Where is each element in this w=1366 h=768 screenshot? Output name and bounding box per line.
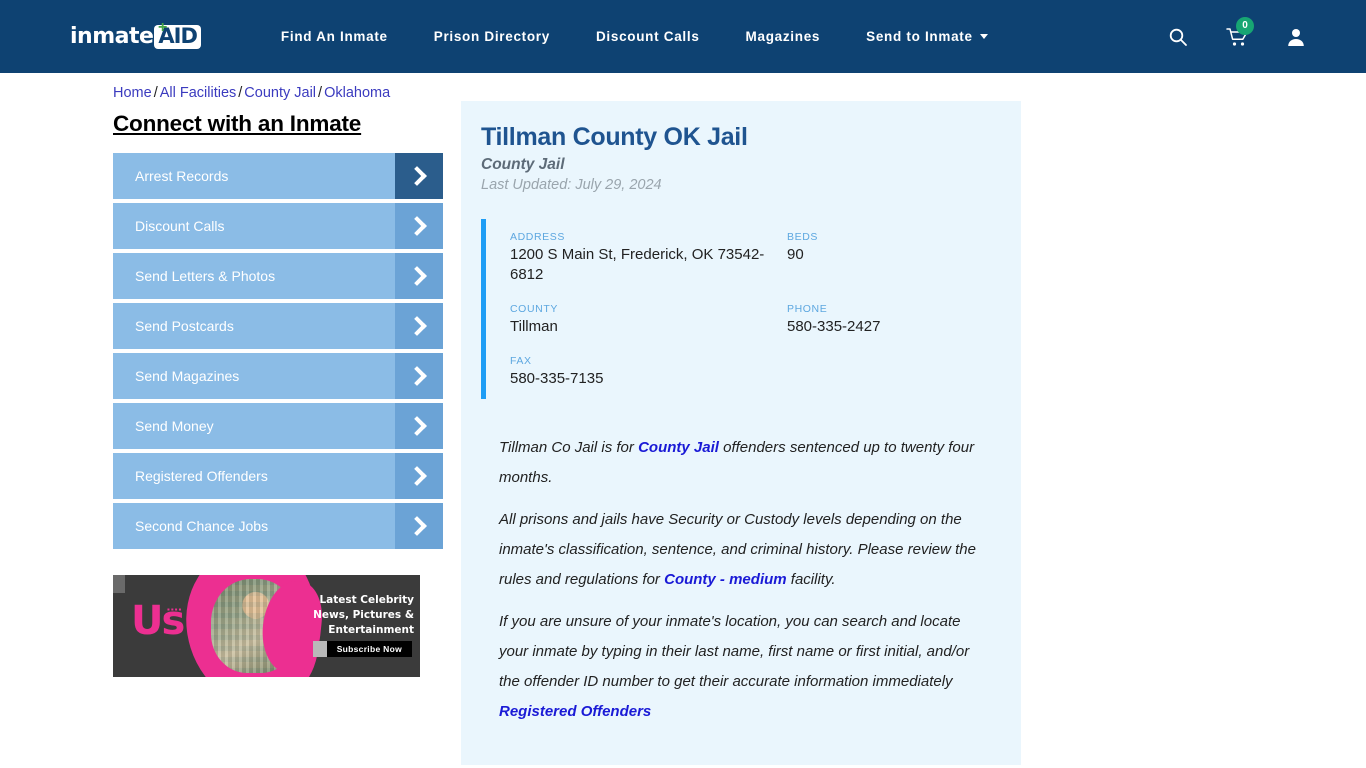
sidebar-item-registered-offenders[interactable]: Registered Offenders <box>113 453 443 499</box>
facility-type: County Jail <box>481 156 565 173</box>
nav-item-discount-calls[interactable]: Discount Calls <box>596 23 700 50</box>
chevron-right-icon <box>395 453 443 499</box>
breadcrumb-item-oklahoma[interactable]: Oklahoma <box>324 85 390 101</box>
description-paragraph: Tillman Co Jail is for County Jail offen… <box>499 433 993 493</box>
user-icon[interactable] <box>1286 27 1306 47</box>
sidebar-item-second-chance-jobs[interactable]: Second Chance Jobs <box>113 503 443 549</box>
site-logo[interactable]: inmate + AID <box>70 20 201 49</box>
detail-value: 90 <box>787 246 804 263</box>
facility-last-updated: Last Updated: July 29, 2024 <box>481 177 662 193</box>
cart-count-badge: 0 <box>1236 16 1254 35</box>
sidebar-item-send-letters-photos[interactable]: Send Letters & Photos <box>113 253 443 299</box>
inline-text: facility. <box>786 571 836 588</box>
content-row: Connect with an Inmate Arrest Records Di… <box>113 101 1366 768</box>
nav-item-send-to-inmate[interactable]: Send to Inmate <box>866 23 988 50</box>
sidebar-item-label: Send Postcards <box>135 318 234 334</box>
sidebar-item-send-money[interactable]: Send Money <box>113 403 443 449</box>
nav-item-find-an-inmate[interactable]: Find An Inmate <box>281 23 388 50</box>
sidebar-item-send-postcards[interactable]: Send Postcards <box>113 303 443 349</box>
sidebar-item-discount-calls[interactable]: Discount Calls <box>113 203 443 249</box>
page-title: Tillman County OK Jail <box>481 123 748 151</box>
advertisement-banner[interactable]: Us ▪▪▪▪ Latest Celebrity News, Pictures … <box>113 575 420 677</box>
chevron-right-icon <box>395 203 443 249</box>
chevron-right-icon <box>395 403 443 449</box>
nav-item-prison-directory[interactable]: Prison Directory <box>434 23 550 50</box>
chevron-right-icon <box>395 353 443 399</box>
detail-beds: BEDS 90 <box>787 231 993 285</box>
detail-label: BEDS <box>787 231 818 243</box>
chevron-right-icon <box>395 253 443 299</box>
inline-link[interactable]: County - medium <box>664 571 787 588</box>
description-paragraph: If you are unsure of your inmate's locat… <box>499 607 993 727</box>
inline-text: Tillman Co Jail is for <box>499 439 639 456</box>
detail-label: PHONE <box>787 303 828 315</box>
breadcrumb-item-home[interactable]: Home <box>113 85 152 101</box>
breadcrumb-separator: / <box>153 85 158 101</box>
page-body: Home / All Facilities / County Jail / Oklahoma… <box>0 73 1366 768</box>
ad-headline: Latest Celebrity News, Pictures & Entert… <box>313 594 414 636</box>
detail-value: 580-335-7135 <box>510 370 604 387</box>
inline-link[interactable]: County Jail <box>638 439 719 456</box>
inline-link[interactable]: Registered Offenders <box>499 703 651 720</box>
logo-wordmark: inmate <box>70 24 154 49</box>
logo-plus-icon: + <box>158 19 168 36</box>
header-icon-group: 0 <box>1168 16 1306 47</box>
sidebar-item-label: Send Money <box>135 418 214 434</box>
detail-fax: FAX 580-335-7135 <box>510 355 787 389</box>
ad-cta[interactable]: Subscribe Now <box>312 641 412 657</box>
sidebar-item-label: Arrest Records <box>135 168 229 184</box>
chevron-right-icon <box>395 503 443 549</box>
breadcrumb-item-county-jail[interactable]: County Jail <box>244 85 316 101</box>
main-navigation: Find An Inmate Prison Directory Discount… <box>281 23 1168 50</box>
breadcrumb: Home / All Facilities / County Jail / Oklahoma <box>113 73 1366 101</box>
chevron-right-icon <box>395 303 443 349</box>
breadcrumb-separator: / <box>238 85 243 101</box>
sidebar-item-label: Registered Offenders <box>135 468 268 484</box>
ad-subscribe-button[interactable]: Subscribe Now <box>326 641 412 657</box>
detail-label: COUNTY <box>510 303 558 315</box>
sidebar-item-label: Second Chance Jobs <box>135 518 269 534</box>
detail-label: ADDRESS <box>510 231 565 243</box>
search-icon[interactable] <box>1168 27 1188 47</box>
sidebar-item-arrest-records[interactable]: Arrest Records <box>113 153 443 199</box>
inline-text: If you are unsure of your inmate's locat… <box>499 613 970 690</box>
facility-details: ADDRESS 1200 S Main St, Frederick, OK 73… <box>481 219 993 399</box>
breadcrumb-separator: / <box>318 85 323 101</box>
detail-value: 580-335-2427 <box>787 318 881 335</box>
detail-address: ADDRESS 1200 S Main St, Frederick, OK 73… <box>510 231 787 285</box>
detail-value: Tillman <box>510 318 558 335</box>
detail-phone: PHONE 580-335-2427 <box>787 303 993 337</box>
description-paragraph: All prisons and jails have Security or C… <box>499 505 993 595</box>
nav-item-magazines[interactable]: Magazines <box>746 23 821 50</box>
ad-brand-dots: ▪▪▪▪ <box>167 605 183 614</box>
ad-decoration <box>113 575 125 593</box>
detail-label: FAX <box>510 355 532 367</box>
detail-value: 1200 S Main St, Frederick, OK 73542-6812 <box>510 246 765 283</box>
sidebar-item-label: Discount Calls <box>135 218 225 234</box>
sidebar-item-label: Send Letters & Photos <box>135 268 276 284</box>
site-header: inmate + AID Find An Inmate Prison Direc… <box>0 0 1366 73</box>
breadcrumb-item-all-facilities[interactable]: All Facilities <box>160 85 237 101</box>
ad-cta-tab <box>312 641 327 657</box>
facility-card: Tillman County OK Jail County Jail Last … <box>461 101 1021 765</box>
facility-description: Tillman Co Jail is for County Jail offen… <box>481 433 993 727</box>
sidebar: Connect with an Inmate Arrest Records Di… <box>113 101 443 677</box>
chevron-right-icon <box>395 153 443 199</box>
sidebar-heading: Connect with an Inmate <box>113 111 362 136</box>
cart-icon[interactable]: 0 <box>1226 16 1254 47</box>
sidebar-item-send-magazines[interactable]: Send Magazines <box>113 353 443 399</box>
sidebar-item-label: Send Magazines <box>135 368 240 384</box>
main-content: Tillman County OK Jail County Jail Last … <box>461 101 1021 768</box>
detail-county: COUNTY Tillman <box>510 303 787 337</box>
